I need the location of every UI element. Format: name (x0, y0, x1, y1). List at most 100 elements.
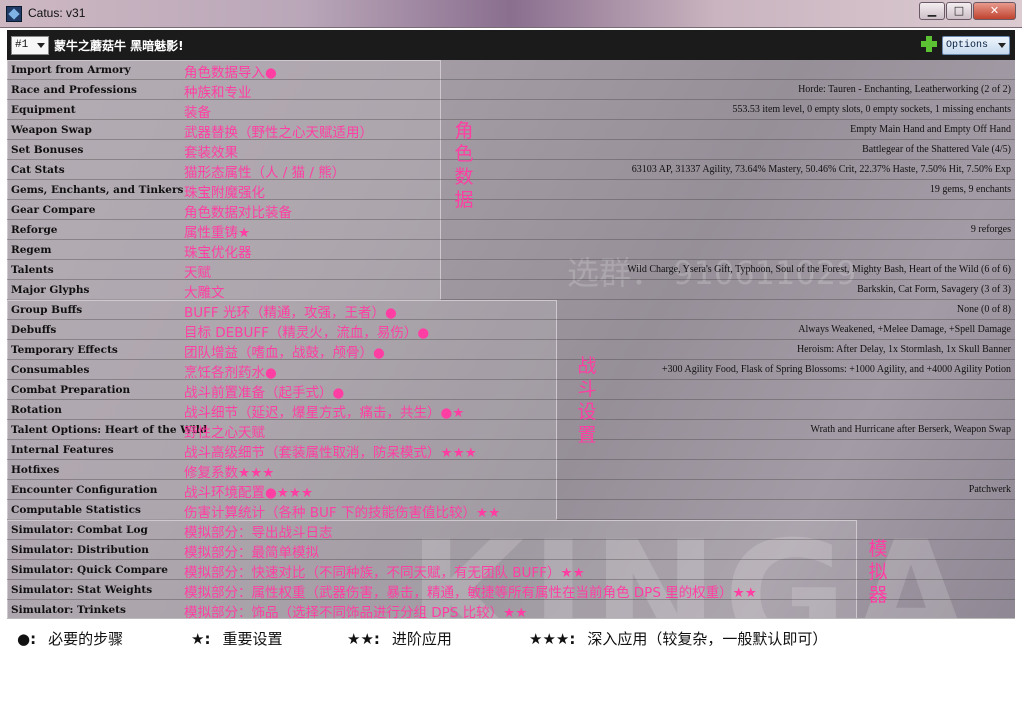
row-annotation: 装备 (184, 105, 211, 121)
settings-row[interactable]: Equipment 装备 553.53 item level, 0 empty sl… (7, 100, 1015, 121)
legend-text: 进阶应用 (391, 630, 452, 648)
plus-icon[interactable] (921, 36, 937, 52)
settings-row[interactable]: Rotation 战斗细节（延迟，爆星方式，痛击，共生）●★ (7, 400, 1015, 421)
role-data-annotation: 角色数据 (454, 120, 474, 211)
minimize-button[interactable]: ▁ (919, 2, 945, 20)
row-label: Cat Stats (11, 164, 65, 176)
settings-row[interactable]: Talents 天赋 Wild Charge, Ysera's Gift, Typh… (7, 260, 1015, 281)
row-annotation: 目标 DEBUFF（精灵火，流血，易伤）● (184, 325, 430, 341)
row-annotation: 角色数据对比装备 (184, 205, 292, 221)
row-annotation: 模拟部分：最简单模拟 (184, 545, 319, 561)
settings-row[interactable]: Set Bonuses 套装效果 Battlegear of the Shatter… (7, 140, 1015, 161)
options-dropdown[interactable]: Options (942, 36, 1010, 55)
row-label: Weapon Swap (11, 124, 92, 136)
row-annotation: 天赋 (184, 265, 211, 281)
settings-row[interactable]: Gems, Enchants, and Tinkers 珠宝附魔强化 19 gems… (7, 180, 1015, 201)
row-value: Always Weakened, +Melee Damage, +Spell D… (798, 324, 1011, 335)
row-value: Patchwerk (968, 484, 1011, 495)
row-value: 63103 AP, 31337 Agility, 73.64% Mastery,… (631, 164, 1011, 175)
legend-text: 重要设置 (222, 630, 283, 648)
window-title: Catus: v31 (28, 6, 86, 20)
maximize-button[interactable]: □ (946, 2, 972, 20)
legend-item-deep: ★★★: 深入应用（较复杂，一般默认即可） (529, 628, 827, 649)
settings-row[interactable]: Computable Statistics 伤害计算统计（各种 BUF 下的技能伤… (7, 500, 1015, 521)
options-label: Options (946, 40, 989, 51)
window-titlebar: Catus: v31 ▁ □ ✕ (0, 0, 1022, 28)
row-annotation: BUFF 光环（精通，攻强，王者）● (184, 305, 397, 321)
row-label: Simulator: Quick Compare (11, 564, 168, 576)
row-annotation: 珠宝优化器 (184, 245, 252, 261)
row-annotation: 战斗细节（延迟，爆星方式，痛击，共生）●★ (184, 405, 465, 421)
row-value: Barkskin, Cat Form, Savagery (3 of 3) (857, 284, 1011, 295)
row-value: Wild Charge, Ysera's Gift, Typhoon, Soul… (627, 264, 1011, 275)
row-label: Gear Compare (11, 204, 96, 216)
row-annotation: 珠宝附魔强化 (184, 185, 265, 201)
row-value: Wrath and Hurricane after Berserk, Weapo… (810, 424, 1011, 435)
row-label: Debuffs (11, 324, 57, 336)
row-annotation: 属性重铸★ (184, 225, 251, 241)
settings-row[interactable]: Internal Features 战斗高级细节（套装属性取消，防呆模式）★★★ (7, 440, 1015, 461)
toolbar: #1 蒙牛之蘑菇牛 黑暗魅影! Options (7, 30, 1015, 60)
profile-selector[interactable]: #1 (11, 36, 49, 55)
row-label: Regem (11, 244, 52, 256)
row-label: Rotation (11, 404, 62, 416)
row-label: Major Glyphs (11, 284, 90, 296)
row-value: 9 reforges (970, 224, 1011, 235)
settings-row[interactable]: Hotfixes 修复系数★★★ (7, 460, 1015, 481)
row-value: +300 Agility Food, Flask of Spring Bloss… (661, 364, 1011, 375)
settings-list: 选群： 910611029 KINGA Import from Armory 角色… (7, 60, 1015, 618)
row-value: Horde: Tauren - Enchanting, Leatherworki… (798, 84, 1011, 95)
legend-item-important: ★: 重要设置 (191, 628, 282, 649)
settings-row[interactable]: Simulator: Distribution 模拟部分：最简单模拟 (7, 540, 1015, 561)
settings-row[interactable]: Simulator: Trinkets 模拟部分：饰品（选择不同饰品进行分组 DP… (7, 600, 1015, 618)
legend-symbol: ●: (17, 630, 37, 648)
settings-row[interactable]: Group Buffs BUFF 光环（精通，攻强，王者）● None (0 of … (7, 300, 1015, 321)
close-button[interactable]: ✕ (973, 2, 1016, 20)
row-label: Equipment (11, 104, 76, 116)
settings-row[interactable]: Reforge 属性重铸★ 9 reforges (7, 220, 1015, 241)
chevron-down-icon (998, 43, 1006, 48)
profile-selector-value: #1 (15, 39, 29, 51)
settings-row[interactable]: Cat Stats 猫形态属性（人 / 猫 / 熊） 63103 AP, 31337… (7, 160, 1015, 181)
row-label: Simulator: Combat Log (11, 524, 148, 536)
row-annotation: 修复系数★★★ (184, 465, 275, 481)
settings-row[interactable]: Encounter Configuration 战斗环境配置●★★★ Patchwe… (7, 480, 1015, 501)
window-controls: ▁ □ ✕ (919, 2, 1016, 20)
row-label: Talents (11, 264, 54, 276)
row-label: Reforge (11, 224, 58, 236)
settings-row[interactable]: Temporary Effects 团队增益（嗜血，战鼓，颅骨）● Heroism:… (7, 340, 1015, 361)
row-annotation: 模拟部分：导出战斗日志 (184, 525, 333, 541)
settings-row[interactable]: Import from Armory 角色数据导入● (7, 60, 1015, 81)
row-annotation: 武器替换（野性之心天赋适用） (184, 125, 373, 141)
legend-symbol: ★: (191, 630, 211, 648)
row-label: Hotfixes (11, 464, 60, 476)
settings-row[interactable]: Debuffs 目标 DEBUFF（精灵火，流血，易伤）● Always Weake… (7, 320, 1015, 341)
legend-symbol: ★★★: (529, 630, 576, 648)
settings-row[interactable]: Talent Options: Heart of the Wild 野性之心天赋 W… (7, 420, 1015, 441)
chevron-down-icon (37, 43, 45, 48)
row-label: Computable Statistics (11, 504, 141, 516)
legend-symbol: ★★: (347, 630, 380, 648)
settings-row[interactable]: Gear Compare 角色数据对比装备 (7, 200, 1015, 221)
settings-row[interactable]: Race and Professions 种族和专业 Horde: Tauren -… (7, 80, 1015, 101)
settings-row[interactable]: Regem 珠宝优化器 (7, 240, 1015, 261)
row-label: Simulator: Stat Weights (11, 584, 153, 596)
app-icon (6, 6, 22, 22)
settings-row[interactable]: Combat Preparation 战斗前置准备（起手式）● (7, 380, 1015, 401)
settings-row[interactable]: Simulator: Combat Log 模拟部分：导出战斗日志 (7, 520, 1015, 541)
settings-row[interactable]: Simulator: Stat Weights 模拟部分：属性权重（武器伤害，暴击… (7, 580, 1015, 601)
row-annotation: 伤害计算统计（各种 BUF 下的技能伤害值比较）★★ (184, 505, 501, 521)
settings-row[interactable]: Consumables 烹饪各剂药水● +300 Agility Food, Fla… (7, 360, 1015, 381)
row-annotation: 大雕文 (184, 285, 225, 301)
settings-row[interactable]: Weapon Swap 武器替换（野性之心天赋适用） Empty Main Hand… (7, 120, 1015, 141)
row-annotation: 模拟部分：快速对比（不同种族，不同天赋，有无团队 BUFF）★★ (184, 565, 585, 581)
row-value: 19 gems, 9 enchants (929, 184, 1011, 195)
row-label: Consumables (11, 364, 90, 376)
row-annotation: 团队增益（嗜血，战鼓，颅骨）● (184, 345, 385, 361)
settings-row[interactable]: Simulator: Quick Compare 模拟部分：快速对比（不同种族，不… (7, 560, 1015, 581)
row-annotation: 烹饪各剂药水● (184, 365, 277, 381)
row-annotation: 模拟部分：饰品（选择不同饰品进行分组 DPS 比较）★★ (184, 605, 528, 618)
settings-row[interactable]: Major Glyphs 大雕文 Barkskin, Cat Form, Savag… (7, 280, 1015, 301)
row-label: Set Bonuses (11, 144, 84, 156)
row-label: Internal Features (11, 444, 114, 456)
